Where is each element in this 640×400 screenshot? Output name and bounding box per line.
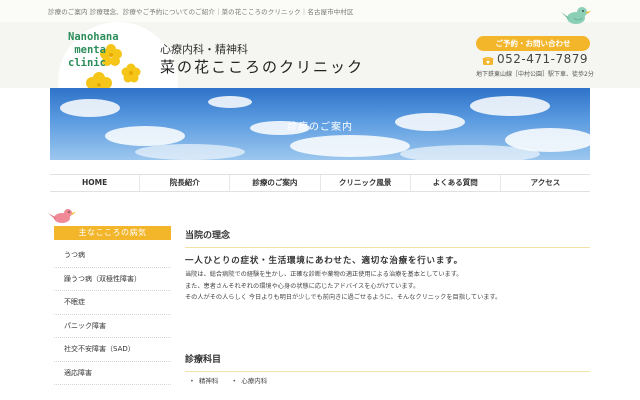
sidebar-item-panic[interactable]: パニック障害 [54, 315, 171, 338]
paragraph: その人がその人らしく 今日よりも明日が少しでも前向きに過ごせるように、そんなクリ… [185, 294, 502, 301]
clinic-name[interactable]: 菜の花こころのクリニック [160, 56, 364, 77]
phone-number[interactable]: 052-471-7879 [497, 52, 588, 66]
philosophy-lead: 一人ひとりの症状・生活環境にあわせた、適切な治療を行います。 [185, 256, 463, 266]
logo-text[interactable]: Nanohana menta clinic [68, 31, 138, 70]
paragraph: 当院は、総合病院での経験を生かし、正確な診断や薬物の適正使用による治療を基本とし… [185, 271, 463, 278]
clinic-specialty: 心療内科・精神科 [160, 43, 248, 56]
address-text: 地下鉄東山線［中村公園］駅下車、徒歩2分 [476, 71, 594, 78]
phone-icon [482, 57, 494, 65]
nav-home[interactable]: HOME [50, 175, 141, 191]
bird-icon [561, 7, 591, 24]
top-info-bar: 診療のご案内 診療理念、診療やご予約についてのご紹介｜菜の花こころのクリニック｜… [0, 0, 640, 22]
department-item: 精神科 [190, 375, 219, 385]
sidebar-list: うつ病 躁うつ病（双極性障害） 不眠症 パニック障害 社交不安障害（SAD） 適… [54, 244, 171, 385]
sidebar-item-depression[interactable]: うつ病 [54, 244, 171, 268]
top-breadcrumb-text: 診療のご案内 診療理念、診療やご予約についてのご紹介｜菜の花こころのクリニック｜… [48, 8, 354, 16]
nav-access[interactable]: アクセス [501, 175, 590, 191]
global-nav: HOME 院長紹介 診療のご案内 クリニック風景 よくある質問 アクセス [50, 174, 590, 192]
site-header: Nanohana menta clinic 心療内科・精神科 菜の花こころのクリ… [0, 22, 640, 142]
bird-icon [48, 209, 76, 223]
hero-banner: 診療のご案内 [50, 88, 590, 160]
sidebar-heading: 主なこころの病気 [54, 226, 171, 240]
sidebar-item-bipolar[interactable]: 躁うつ病（双極性障害） [54, 268, 171, 291]
departments-section: 診療科目 [185, 352, 590, 372]
section-title-philosophy: 当院の理念 [185, 228, 590, 248]
nav-faq[interactable]: よくある質問 [411, 175, 501, 191]
departments-list: 精神科 心療内科 [190, 375, 267, 385]
philosophy-body: 当院は、総合病院での経験を生かし、正確な診断や薬物の適正使用による治療を基本とし… [185, 269, 590, 304]
nav-director[interactable]: 院長紹介 [140, 175, 231, 191]
sidebar-item-adjustment[interactable]: 適応障害 [54, 362, 171, 385]
department-item: 心療内科 [232, 375, 267, 385]
sidebar-item-social-anxiety[interactable]: 社交不安障害（SAD） [54, 338, 171, 362]
nav-services[interactable]: 診療のご案内 [230, 175, 321, 191]
sidebar-item-insomnia[interactable]: 不眠症 [54, 291, 171, 315]
section-title-departments: 診療科目 [185, 352, 590, 372]
contact-button[interactable]: ご予約・お問い合わせ [476, 36, 590, 51]
hero-title: 診療のご案内 [287, 122, 353, 133]
nav-clinic-photos[interactable]: クリニック風景 [321, 175, 411, 191]
main-content: 当院の理念 一人ひとりの症状・生活環境にあわせた、適切な治療を行います。 当院は… [185, 228, 590, 304]
paragraph: また、患者さんそれぞれの環境や心身の状態に応じたアドバイスを心がけています。 [185, 282, 420, 290]
